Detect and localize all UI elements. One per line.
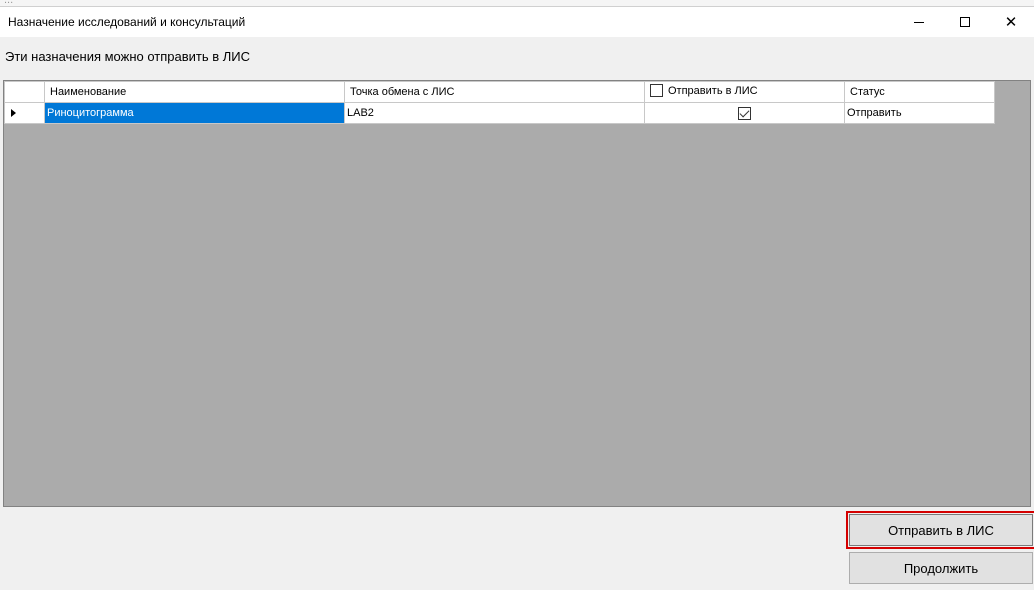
cell-send[interactable] (644, 102, 845, 124)
cell-name[interactable]: Риноцитограмма (44, 102, 345, 124)
assignments-table: Наименование Точка обмена с ЛИС Отправит… (4, 81, 995, 124)
select-all-checkbox[interactable] (650, 84, 663, 97)
close-button[interactable]: ✕ (988, 7, 1034, 37)
row-header-corner (4, 81, 45, 103)
table-row[interactable]: Риноцитограмма LAB2 Отправить (4, 102, 995, 124)
column-header-send-label: Отправить в ЛИС (668, 84, 758, 97)
minimize-icon (914, 21, 924, 23)
send-checkbox[interactable] (738, 106, 751, 120)
cell-exchange-point[interactable]: LAB2 (344, 102, 645, 124)
minimize-button[interactable] (896, 7, 942, 37)
title-bar: Назначение исследований и консультаций ✕ (0, 7, 1034, 37)
dialog-window: Назначение исследований и консультаций ✕… (0, 6, 1034, 590)
assignments-grid[interactable]: Наименование Точка обмена с ЛИС Отправит… (3, 80, 1031, 507)
maximize-button[interactable] (942, 7, 988, 37)
header-row: Наименование Точка обмена с ЛИС Отправит… (4, 81, 995, 103)
cell-status[interactable]: Отправить (844, 102, 995, 124)
column-header-send[interactable]: Отправить в ЛИС (644, 81, 845, 103)
row-pointer-icon (11, 109, 16, 118)
maximize-icon (960, 17, 970, 27)
column-header-name[interactable]: Наименование (44, 81, 345, 103)
send-to-lis-button[interactable]: Отправить в ЛИС (846, 511, 1034, 549)
row-header[interactable] (4, 102, 45, 124)
close-icon: ✕ (1004, 13, 1018, 31)
window-title: Назначение исследований и консультаций (8, 15, 246, 29)
info-label: Эти назначения можно отправить в ЛИС (5, 49, 251, 64)
column-header-status[interactable]: Статус (844, 81, 995, 103)
column-header-exchange-point[interactable]: Точка обмена с ЛИС (344, 81, 645, 103)
continue-button[interactable]: Продолжить (849, 552, 1033, 584)
